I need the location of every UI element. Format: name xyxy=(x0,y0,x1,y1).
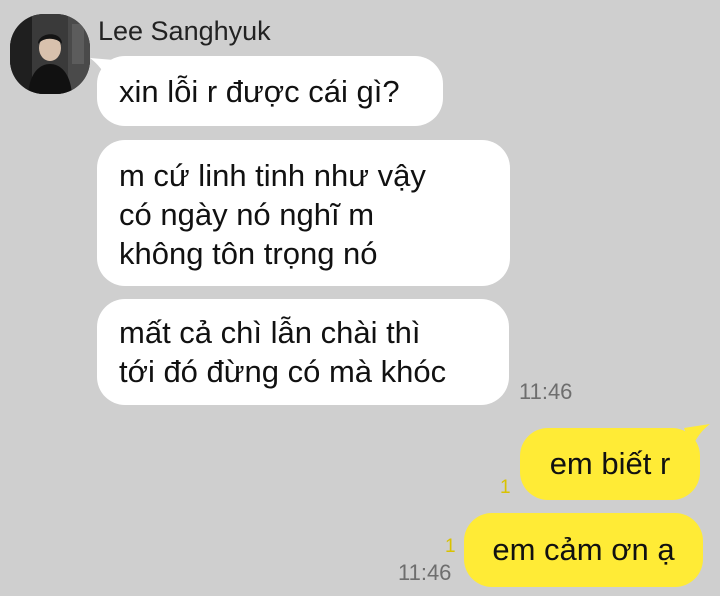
unread-count: 1 xyxy=(445,536,456,557)
message-line: có ngày nó nghĩ m xyxy=(119,197,375,232)
message-line: m cứ linh tinh như vậy xyxy=(119,158,426,193)
message-line: tới đó đừng có mà khóc xyxy=(119,354,447,389)
profile-photo-icon xyxy=(10,14,90,94)
message-line: không tôn trọng nó xyxy=(119,236,378,271)
incoming-message[interactable]: xin lỗi r được cái gì? xyxy=(97,56,443,126)
sender-avatar[interactable] xyxy=(10,14,90,94)
sender-name: Lee Sanghyuk xyxy=(98,16,271,46)
message-timestamp: 11:46 xyxy=(398,560,452,585)
message-line: mất cả chì lẫn chài thì xyxy=(119,315,421,350)
message-text: em biết r xyxy=(549,446,671,481)
message-text: em cảm ơn ạ xyxy=(492,532,675,567)
outgoing-message[interactable]: em biết r xyxy=(520,428,700,500)
unread-count: 1 xyxy=(500,477,511,498)
message-line: xin lỗi r được cái gì? xyxy=(119,74,400,109)
outgoing-message[interactable]: em cảm ơn ạ xyxy=(464,513,703,587)
incoming-message[interactable]: mất cả chì lẫn chài thì tới đó đừng có m… xyxy=(97,299,509,405)
incoming-message[interactable]: m cứ linh tinh như vậy có ngày nó nghĩ m… xyxy=(97,140,510,286)
message-timestamp: 11:46 xyxy=(519,379,573,404)
